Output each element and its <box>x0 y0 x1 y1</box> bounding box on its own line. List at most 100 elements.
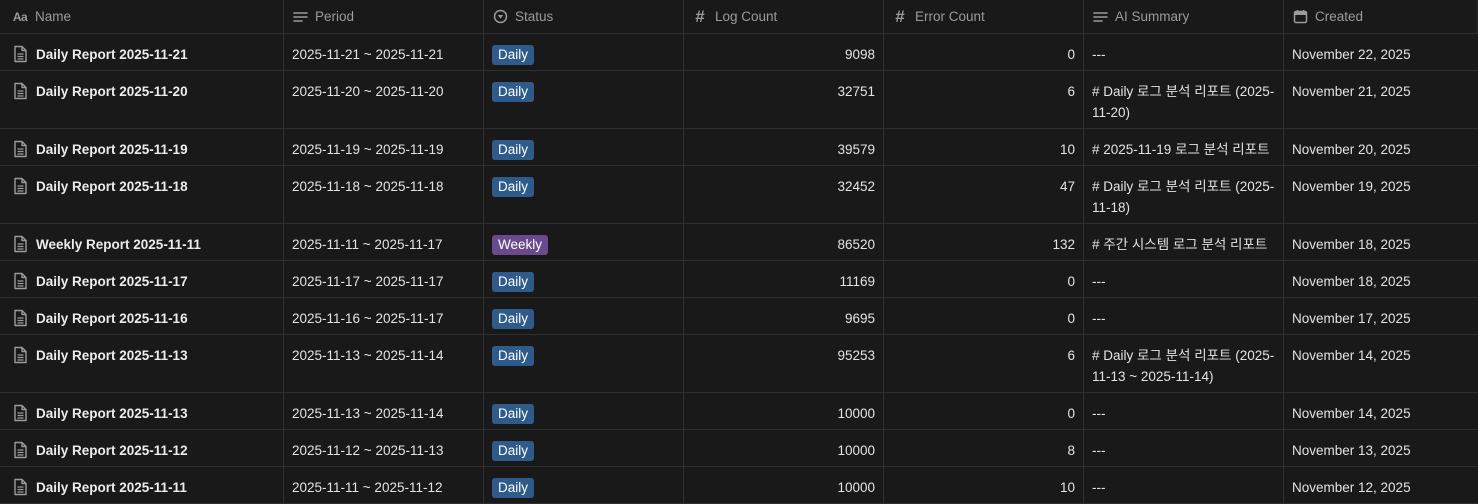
table-row[interactable]: Daily Report 2025-11-13 2025-11-13 ~ 202… <box>0 393 1478 430</box>
period-cell[interactable]: 2025-11-13 ~ 2025-11-14 <box>284 393 484 429</box>
ai-summary-cell[interactable]: # Daily 로그 분석 리포트 (2025-11-18) <box>1084 166 1284 223</box>
row-name[interactable]: Daily Report 2025-11-16 <box>36 308 188 329</box>
log-count-cell[interactable]: 9098 <box>684 34 884 70</box>
created-cell[interactable]: November 14, 2025 <box>1284 335 1478 392</box>
name-cell[interactable]: Daily Report 2025-11-20 <box>0 71 284 128</box>
error-count-cell[interactable]: 10 <box>884 129 1084 165</box>
ai-summary-cell[interactable]: # Daily 로그 분석 리포트 (2025-11-13 ~ 2025-11-… <box>1084 335 1284 392</box>
log-count-cell[interactable]: 32452 <box>684 166 884 223</box>
name-cell[interactable]: Weekly Report 2025-11-11 <box>0 224 284 260</box>
column-header-log-count[interactable]: # Log Count <box>684 0 884 33</box>
table-row[interactable]: Daily Report 2025-11-13 2025-11-13 ~ 202… <box>0 335 1478 393</box>
status-cell[interactable]: Daily <box>484 335 684 392</box>
created-cell[interactable]: November 22, 2025 <box>1284 34 1478 70</box>
status-cell[interactable]: Daily <box>484 393 684 429</box>
status-badge[interactable]: Daily <box>492 177 535 197</box>
log-count-cell[interactable]: 10000 <box>684 393 884 429</box>
log-count-cell[interactable]: 86520 <box>684 224 884 260</box>
period-cell[interactable]: 2025-11-11 ~ 2025-11-17 <box>284 224 484 260</box>
table-row[interactable]: Daily Report 2025-11-19 2025-11-19 ~ 202… <box>0 129 1478 166</box>
status-badge[interactable]: Daily <box>492 272 535 292</box>
row-name[interactable]: Weekly Report 2025-11-11 <box>36 234 201 255</box>
name-cell[interactable]: Daily Report 2025-11-12 <box>0 430 284 466</box>
row-name[interactable]: Daily Report 2025-11-13 <box>36 403 188 424</box>
period-cell[interactable]: 2025-11-17 ~ 2025-11-17 <box>284 261 484 297</box>
status-badge[interactable]: Daily <box>492 45 535 65</box>
status-badge[interactable]: Daily <box>492 140 535 160</box>
name-cell[interactable]: Daily Report 2025-11-16 <box>0 298 284 334</box>
name-cell[interactable]: Daily Report 2025-11-18 <box>0 166 284 223</box>
log-count-cell[interactable]: 10000 <box>684 430 884 466</box>
row-name[interactable]: Daily Report 2025-11-12 <box>36 440 188 461</box>
status-cell[interactable]: Daily <box>484 34 684 70</box>
ai-summary-cell[interactable]: # 주간 시스템 로그 분석 리포트 <box>1084 224 1284 260</box>
period-cell[interactable]: 2025-11-13 ~ 2025-11-14 <box>284 335 484 392</box>
name-cell[interactable]: Daily Report 2025-11-17 <box>0 261 284 297</box>
log-count-cell[interactable]: 9695 <box>684 298 884 334</box>
error-count-cell[interactable]: 6 <box>884 71 1084 128</box>
row-name[interactable]: Daily Report 2025-11-13 <box>36 345 188 366</box>
row-name[interactable]: Daily Report 2025-11-18 <box>36 176 188 197</box>
table-row[interactable]: Daily Report 2025-11-11 2025-11-11 ~ 202… <box>0 467 1478 504</box>
row-name[interactable]: Daily Report 2025-11-11 <box>36 477 187 498</box>
column-header-created[interactable]: Created <box>1284 0 1478 33</box>
ai-summary-cell[interactable]: # 2025-11-19 로그 분석 리포트 <box>1084 129 1284 165</box>
created-cell[interactable]: November 14, 2025 <box>1284 393 1478 429</box>
status-cell[interactable]: Daily <box>484 298 684 334</box>
name-cell[interactable]: Daily Report 2025-11-13 <box>0 335 284 392</box>
error-count-cell[interactable]: 47 <box>884 166 1084 223</box>
log-count-cell[interactable]: 11169 <box>684 261 884 297</box>
period-cell[interactable]: 2025-11-11 ~ 2025-11-12 <box>284 467 484 503</box>
name-cell[interactable]: Daily Report 2025-11-19 <box>0 129 284 165</box>
table-row[interactable]: Daily Report 2025-11-17 2025-11-17 ~ 202… <box>0 261 1478 298</box>
name-cell[interactable]: Daily Report 2025-11-13 <box>0 393 284 429</box>
error-count-cell[interactable]: 0 <box>884 261 1084 297</box>
period-cell[interactable]: 2025-11-21 ~ 2025-11-21 <box>284 34 484 70</box>
created-cell[interactable]: November 18, 2025 <box>1284 224 1478 260</box>
status-cell[interactable]: Daily <box>484 129 684 165</box>
column-header-period[interactable]: Period <box>284 0 484 33</box>
error-count-cell[interactable]: 6 <box>884 335 1084 392</box>
error-count-cell[interactable]: 132 <box>884 224 1084 260</box>
created-cell[interactable]: November 19, 2025 <box>1284 166 1478 223</box>
created-cell[interactable]: November 17, 2025 <box>1284 298 1478 334</box>
table-row[interactable]: Weekly Report 2025-11-11 2025-11-11 ~ 20… <box>0 224 1478 261</box>
log-count-cell[interactable]: 10000 <box>684 467 884 503</box>
period-cell[interactable]: 2025-11-19 ~ 2025-11-19 <box>284 129 484 165</box>
period-cell[interactable]: 2025-11-12 ~ 2025-11-13 <box>284 430 484 466</box>
created-cell[interactable]: November 20, 2025 <box>1284 129 1478 165</box>
status-cell[interactable]: Daily <box>484 166 684 223</box>
error-count-cell[interactable]: 0 <box>884 34 1084 70</box>
period-cell[interactable]: 2025-11-16 ~ 2025-11-17 <box>284 298 484 334</box>
row-name[interactable]: Daily Report 2025-11-17 <box>36 271 188 292</box>
column-header-error-count[interactable]: # Error Count <box>884 0 1084 33</box>
name-cell[interactable]: Daily Report 2025-11-11 <box>0 467 284 503</box>
created-cell[interactable]: November 21, 2025 <box>1284 71 1478 128</box>
error-count-cell[interactable]: 8 <box>884 430 1084 466</box>
status-cell[interactable]: Daily <box>484 430 684 466</box>
ai-summary-cell[interactable]: --- <box>1084 467 1284 503</box>
created-cell[interactable]: November 18, 2025 <box>1284 261 1478 297</box>
ai-summary-cell[interactable]: # Daily 로그 분석 리포트 (2025-11-20) <box>1084 71 1284 128</box>
log-count-cell[interactable]: 32751 <box>684 71 884 128</box>
ai-summary-cell[interactable]: --- <box>1084 430 1284 466</box>
status-badge[interactable]: Daily <box>492 441 535 461</box>
status-badge[interactable]: Daily <box>492 404 535 424</box>
status-badge[interactable]: Daily <box>492 82 535 102</box>
row-name[interactable]: Daily Report 2025-11-20 <box>36 81 188 102</box>
table-row[interactable]: Daily Report 2025-11-16 2025-11-16 ~ 202… <box>0 298 1478 335</box>
status-badge[interactable]: Daily <box>492 478 535 498</box>
error-count-cell[interactable]: 0 <box>884 393 1084 429</box>
row-name[interactable]: Daily Report 2025-11-19 <box>36 139 188 160</box>
log-count-cell[interactable]: 95253 <box>684 335 884 392</box>
row-name[interactable]: Daily Report 2025-11-21 <box>36 44 188 65</box>
status-cell[interactable]: Daily <box>484 261 684 297</box>
status-cell[interactable]: Daily <box>484 71 684 128</box>
log-count-cell[interactable]: 39579 <box>684 129 884 165</box>
status-badge[interactable]: Weekly <box>492 235 549 255</box>
ai-summary-cell[interactable]: --- <box>1084 298 1284 334</box>
created-cell[interactable]: November 12, 2025 <box>1284 467 1478 503</box>
error-count-cell[interactable]: 0 <box>884 298 1084 334</box>
column-header-status[interactable]: Status <box>484 0 684 33</box>
error-count-cell[interactable]: 10 <box>884 467 1084 503</box>
